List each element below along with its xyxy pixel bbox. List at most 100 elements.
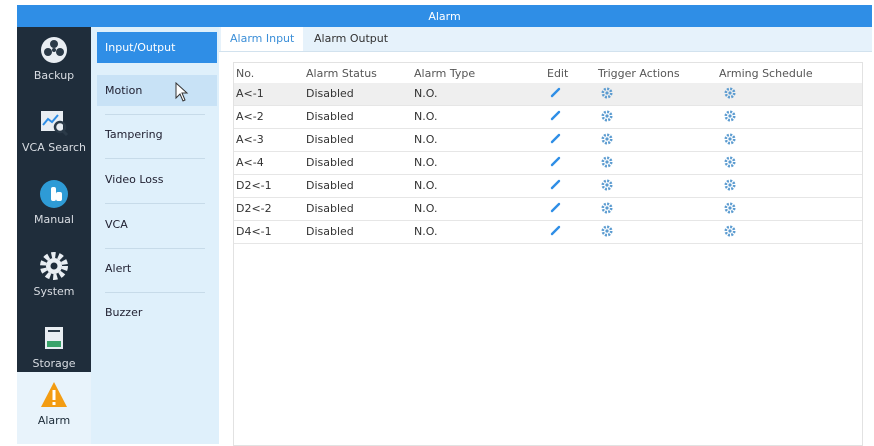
vca-search-icon xyxy=(37,105,71,139)
subnav-item-tampering[interactable]: Tampering xyxy=(97,119,217,150)
edit-pencil-icon[interactable] xyxy=(550,202,561,216)
main-panel: Alarm Input Alarm Output No. Alarm Statu… xyxy=(219,27,872,446)
storage-icon xyxy=(37,321,71,355)
cell-alarm-status: Disabled xyxy=(306,156,354,169)
subnav-label: Motion xyxy=(105,84,143,97)
divider xyxy=(105,248,205,249)
table-row[interactable]: A<-2 Disabled N.O. xyxy=(234,106,862,129)
app-window: Alarm Backup VCA Search Manual System St… xyxy=(0,0,874,446)
nav-item-alarm[interactable]: Alarm xyxy=(17,372,91,444)
trigger-actions-gear-icon[interactable] xyxy=(601,156,613,171)
table-row[interactable]: A<-1 Disabled N.O. xyxy=(234,83,862,106)
subnav-item-alert[interactable]: Alert xyxy=(97,253,217,284)
subnav-label: Alert xyxy=(105,262,132,275)
cell-no: D2<-1 xyxy=(236,179,272,192)
mouse-cursor-icon xyxy=(175,82,189,102)
arming-schedule-gear-icon[interactable] xyxy=(724,110,736,125)
arming-schedule-gear-icon[interactable] xyxy=(724,87,736,102)
cell-no: A<-4 xyxy=(236,156,264,169)
nav-label: Backup xyxy=(33,69,75,82)
column-header-alarm-type: Alarm Type xyxy=(414,67,476,80)
arming-schedule-gear-icon[interactable] xyxy=(724,225,736,240)
nav-item-manual[interactable]: Manual xyxy=(17,171,91,243)
window-title: Alarm xyxy=(428,9,461,23)
tab-bar: Alarm Input Alarm Output xyxy=(219,27,872,52)
tab-alarm-output[interactable]: Alarm Output xyxy=(305,27,397,51)
subnav-label: Video Loss xyxy=(105,173,164,186)
alarm-input-table: No. Alarm Status Alarm Type Edit Trigger… xyxy=(233,62,863,446)
cell-alarm-type: N.O. xyxy=(414,156,438,169)
cell-alarm-type: N.O. xyxy=(414,179,438,192)
trigger-actions-gear-icon[interactable] xyxy=(601,179,613,194)
column-header-edit: Edit xyxy=(547,67,569,80)
column-header-no: No. xyxy=(236,67,255,80)
edit-pencil-icon[interactable] xyxy=(550,156,561,170)
alarm-subnav: Input/Output Motion Tampering Video Loss… xyxy=(91,27,219,444)
cell-alarm-status: Disabled xyxy=(306,110,354,123)
nav-label: System xyxy=(33,285,75,298)
trigger-actions-gear-icon[interactable] xyxy=(601,225,613,240)
arming-schedule-gear-icon[interactable] xyxy=(724,202,736,217)
arming-schedule-gear-icon[interactable] xyxy=(724,156,736,171)
table-row[interactable]: A<-4 Disabled N.O. xyxy=(234,152,862,175)
edit-pencil-icon[interactable] xyxy=(550,225,561,239)
table-row[interactable]: D2<-2 Disabled N.O. xyxy=(234,198,862,221)
warning-icon xyxy=(37,378,71,412)
subnav-label: Tampering xyxy=(105,128,163,141)
cell-no: A<-3 xyxy=(236,133,264,146)
subnav-item-video-loss[interactable]: Video Loss xyxy=(97,164,217,195)
cell-alarm-status: Disabled xyxy=(306,202,354,215)
table-header: No. Alarm Status Alarm Type Edit Trigger… xyxy=(234,65,862,83)
subnav-label: Buzzer xyxy=(105,306,143,319)
divider xyxy=(105,203,205,204)
trigger-actions-gear-icon[interactable] xyxy=(601,133,613,148)
cell-alarm-status: Disabled xyxy=(306,225,354,238)
nav-item-backup[interactable]: Backup xyxy=(17,27,91,99)
nav-item-system[interactable]: System xyxy=(17,243,91,315)
tab-label: Alarm Output xyxy=(314,32,389,45)
subnav-item-buzzer[interactable]: Buzzer xyxy=(97,297,217,328)
trigger-actions-gear-icon[interactable] xyxy=(601,202,613,217)
subnav-item-input-output[interactable]: Input/Output xyxy=(97,32,217,63)
subnav-label: Input/Output xyxy=(105,41,176,54)
nav-label: Storage xyxy=(32,357,76,370)
cell-alarm-type: N.O. xyxy=(414,202,438,215)
table-row[interactable]: A<-3 Disabled N.O. xyxy=(234,129,862,152)
cell-no: A<-1 xyxy=(236,87,264,100)
main-nav: Backup VCA Search Manual System Storage … xyxy=(17,27,91,444)
edit-pencil-icon[interactable] xyxy=(550,133,561,147)
nav-label: Alarm xyxy=(37,414,71,427)
backup-icon xyxy=(37,33,71,67)
table-row[interactable]: D4<-1 Disabled N.O. xyxy=(234,221,862,244)
manual-hand-icon xyxy=(37,177,71,211)
cell-alarm-status: Disabled xyxy=(306,179,354,192)
cell-alarm-status: Disabled xyxy=(306,133,354,146)
cell-no: D4<-1 xyxy=(236,225,272,238)
divider xyxy=(105,114,205,115)
edit-pencil-icon[interactable] xyxy=(550,179,561,193)
window-title-bar: Alarm xyxy=(17,5,872,27)
divider xyxy=(105,292,205,293)
cell-no: A<-2 xyxy=(236,110,264,123)
table-row[interactable]: D2<-1 Disabled N.O. xyxy=(234,175,862,198)
nav-item-vca-search[interactable]: VCA Search xyxy=(17,99,91,171)
cell-alarm-type: N.O. xyxy=(414,87,438,100)
column-header-trigger-actions: Trigger Actions xyxy=(598,67,680,80)
edit-pencil-icon[interactable] xyxy=(550,87,561,101)
subnav-label: VCA xyxy=(105,218,128,231)
divider xyxy=(105,158,205,159)
nav-label: Manual xyxy=(34,213,74,226)
subnav-item-vca[interactable]: VCA xyxy=(97,209,217,240)
edit-pencil-icon[interactable] xyxy=(550,110,561,124)
cell-no: D2<-2 xyxy=(236,202,272,215)
trigger-actions-gear-icon[interactable] xyxy=(601,110,613,125)
cell-alarm-type: N.O. xyxy=(414,133,438,146)
tab-alarm-input[interactable]: Alarm Input xyxy=(221,27,304,51)
cell-alarm-type: N.O. xyxy=(414,225,438,238)
arming-schedule-gear-icon[interactable] xyxy=(724,179,736,194)
trigger-actions-gear-icon[interactable] xyxy=(601,87,613,102)
column-header-arming-schedule: Arming Schedule xyxy=(719,67,813,80)
subnav-item-motion[interactable]: Motion xyxy=(97,75,217,106)
cell-alarm-status: Disabled xyxy=(306,87,354,100)
arming-schedule-gear-icon[interactable] xyxy=(724,133,736,148)
